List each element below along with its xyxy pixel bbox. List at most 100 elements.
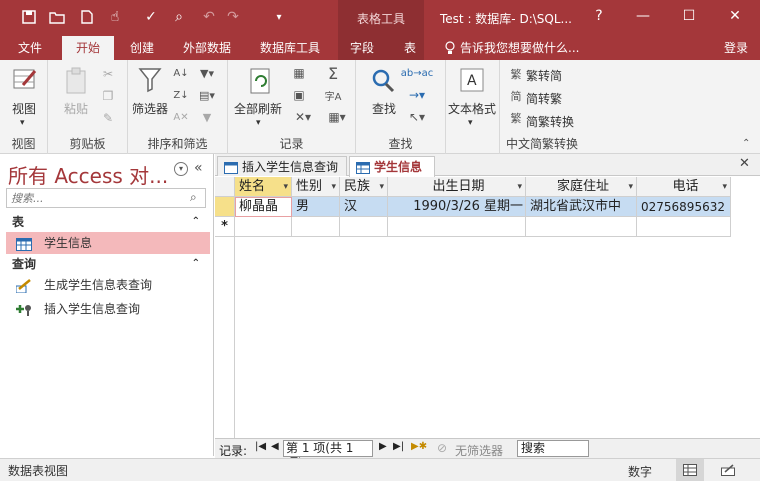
- open-folder-icon[interactable]: [46, 6, 68, 28]
- table-cell-empty[interactable]: [637, 217, 731, 237]
- traditional-to-simplified-button[interactable]: 繁转简: [526, 67, 562, 84]
- toggle-filter-icon[interactable]: ▼: [196, 108, 218, 126]
- shutter-bar-icon[interactable]: «: [194, 160, 203, 176]
- chinese-convert-icon[interactable]: 繁: [508, 110, 524, 126]
- collapse-icon[interactable]: ⌃: [192, 212, 200, 232]
- customize-qat-icon[interactable]: ▾: [268, 6, 290, 28]
- nav-search-input[interactable]: [6, 188, 206, 208]
- close-button[interactable]: ✕: [712, 0, 758, 32]
- column-header[interactable]: 出生日期 ▾: [388, 177, 526, 197]
- table-cell[interactable]: 汉: [340, 197, 388, 217]
- find-button[interactable]: 查找: [372, 100, 396, 117]
- paste-button[interactable]: 粘贴: [64, 100, 88, 117]
- table-cell-empty[interactable]: [292, 217, 340, 237]
- new-blank-record-icon[interactable]: ▶✱: [411, 441, 427, 452]
- text-format-icon[interactable]: A: [458, 66, 486, 94]
- column-header[interactable]: 姓名 ▾: [235, 177, 292, 197]
- nav-item-student-table[interactable]: 学生信息: [6, 232, 210, 254]
- collapse-icon[interactable]: ⌃: [192, 254, 200, 274]
- column-dropdown-icon[interactable]: ▾: [517, 177, 522, 196]
- table-cell[interactable]: 湖北省武汉市中: [526, 197, 637, 217]
- save-record-icon[interactable]: ▣: [290, 86, 308, 104]
- doc-tab-student-table[interactable]: 学生信息: [349, 156, 435, 177]
- record-selector[interactable]: [215, 197, 235, 217]
- copy-icon[interactable]: ❐: [100, 88, 116, 104]
- table-cell-empty[interactable]: [340, 217, 388, 237]
- nav-item-append-query[interactable]: 插入学生信息查询: [6, 298, 210, 320]
- restore-button[interactable]: ☐: [666, 0, 712, 32]
- nav-section-queries[interactable]: 查询 ⌃: [0, 254, 212, 274]
- find-icon[interactable]: [368, 66, 398, 96]
- first-record-icon[interactable]: |◀: [255, 441, 266, 452]
- sign-in-link[interactable]: 登录: [716, 36, 756, 60]
- refresh-all-button[interactable]: 全部刷新: [234, 100, 282, 117]
- minimize-button[interactable]: —: [620, 0, 666, 32]
- tab-database-tools[interactable]: 数据库工具: [250, 36, 330, 60]
- tab-external-data[interactable]: 外部数据: [174, 36, 240, 60]
- advanced-filter-icon[interactable]: ▤▾: [196, 86, 218, 104]
- column-header[interactable]: 民族 ▾: [340, 177, 388, 197]
- text-format-button[interactable]: 文本格式: [448, 100, 496, 117]
- traditional-to-simplified-icon[interactable]: 繁: [508, 66, 524, 82]
- new-file-icon[interactable]: [76, 6, 98, 28]
- column-header[interactable]: 性别 ▾: [292, 177, 340, 197]
- help-button[interactable]: ?: [576, 0, 622, 32]
- view-dropdown-icon[interactable]: ▾: [20, 118, 25, 128]
- table-cell[interactable]: 柳晶晶: [235, 197, 292, 217]
- refresh-dropdown-icon[interactable]: ▾: [256, 118, 261, 128]
- filter-button[interactable]: 筛选器: [132, 100, 168, 117]
- previous-record-icon[interactable]: ◀: [271, 441, 279, 452]
- filter-icon[interactable]: [136, 66, 164, 94]
- tab-table[interactable]: 表: [396, 36, 424, 60]
- tab-home[interactable]: 开始: [62, 36, 114, 60]
- next-record-icon[interactable]: ▶: [379, 441, 387, 452]
- column-header[interactable]: 电话 ▾: [637, 177, 731, 197]
- select-icon[interactable]: ↖▾: [406, 108, 428, 126]
- record-search-input[interactable]: 搜索: [517, 440, 589, 457]
- chinese-convert-button[interactable]: 简繁转换: [526, 113, 574, 130]
- nav-pane-title[interactable]: 所有 Access 对...: [8, 160, 168, 189]
- touch-mode-icon[interactable]: ☝: [104, 6, 126, 28]
- goto-icon[interactable]: →▾: [406, 86, 428, 104]
- print-preview-icon[interactable]: ⌕: [168, 6, 190, 28]
- no-filter-label[interactable]: 无筛选器: [455, 442, 503, 459]
- column-dropdown-icon[interactable]: ▾: [379, 177, 384, 196]
- text-format-dropdown-icon[interactable]: ▾: [468, 118, 473, 128]
- column-dropdown-icon[interactable]: ▾: [331, 177, 336, 196]
- column-header[interactable]: 家庭住址 ▾: [526, 177, 637, 197]
- tab-file[interactable]: 文件: [8, 36, 52, 60]
- new-record-icon[interactable]: ▦: [290, 64, 308, 82]
- nav-menu-icon[interactable]: ▾: [174, 162, 188, 176]
- table-cell[interactable]: 1990/3/26 星期一: [388, 197, 526, 217]
- spelling-check-icon[interactable]: 字A: [324, 86, 342, 104]
- datasheet-view-icon[interactable]: [676, 459, 704, 481]
- search-icon[interactable]: ⌕: [190, 190, 197, 205]
- nav-section-tables[interactable]: 表 ⌃: [0, 212, 212, 232]
- simplified-to-traditional-button[interactable]: 简转繁: [526, 90, 562, 107]
- table-cell-empty[interactable]: [526, 217, 637, 237]
- view-icon[interactable]: [10, 64, 40, 94]
- sort-descending-icon[interactable]: Z↓: [172, 86, 190, 104]
- redo-icon[interactable]: ↷: [222, 6, 244, 28]
- current-record-field[interactable]: 第 1 项(共 1 项): [283, 440, 373, 470]
- new-record-marker[interactable]: *: [215, 217, 235, 237]
- simplified-to-traditional-icon[interactable]: 简: [508, 88, 524, 104]
- replace-icon[interactable]: ab→ac: [401, 64, 433, 82]
- sort-ascending-icon[interactable]: A↓: [172, 64, 190, 82]
- more-records-icon[interactable]: ▦▾: [324, 108, 350, 126]
- tell-me-box[interactable]: 告诉我您想要做什么...: [460, 36, 590, 60]
- view-button[interactable]: 视图: [12, 100, 36, 117]
- table-cell-empty[interactable]: [388, 217, 526, 237]
- delete-record-icon[interactable]: ✕▾: [290, 108, 316, 126]
- close-document-icon[interactable]: ✕: [739, 156, 750, 171]
- refresh-icon[interactable]: [246, 66, 276, 96]
- column-dropdown-icon[interactable]: ▾: [722, 177, 727, 196]
- doc-tab-append-query[interactable]: 插入学生信息查询: [217, 156, 347, 176]
- paste-icon[interactable]: [62, 66, 92, 96]
- undo-icon[interactable]: ↶: [198, 6, 220, 28]
- last-record-icon[interactable]: ▶|: [393, 441, 404, 452]
- tab-fields[interactable]: 字段: [342, 36, 382, 60]
- select-all-corner[interactable]: [215, 177, 235, 197]
- remove-sort-icon[interactable]: A✕: [172, 108, 190, 126]
- table-cell[interactable]: 02756895632: [637, 197, 731, 217]
